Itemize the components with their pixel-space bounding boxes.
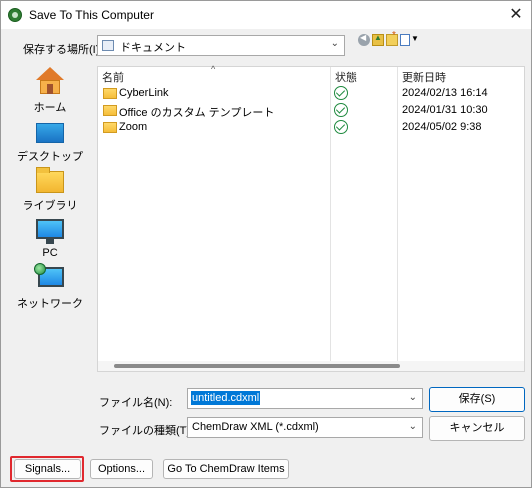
documents-folder-icon: [102, 40, 114, 51]
column-header-name[interactable]: 名前: [102, 69, 124, 85]
filename-label: ファイル名(N):: [99, 397, 173, 409]
file-row[interactable]: CyberLink 2024/02/13 16:14: [98, 85, 524, 102]
save-dialog: Save To This Computer ✕ 保存する場所(I): ドキュメン…: [0, 0, 532, 488]
file-name: CyberLink: [119, 87, 169, 99]
folder-icon: [103, 122, 117, 133]
go-to-chemdraw-items-button[interactable]: Go To ChemDraw Items: [163, 459, 289, 479]
sync-ok-icon: [334, 86, 348, 100]
sort-ascending-icon: ^: [211, 64, 216, 74]
new-folder-icon[interactable]: [386, 30, 398, 46]
save-button[interactable]: 保存(S): [429, 387, 525, 412]
options-button[interactable]: Options...: [90, 459, 153, 479]
filename-input[interactable]: untitled.cdxml ⌄: [187, 388, 423, 409]
up-folder-icon[interactable]: [372, 33, 384, 46]
folder-icon: [103, 88, 117, 99]
chevron-down-icon: ⌄: [408, 421, 417, 432]
column-header-status[interactable]: 状態: [335, 69, 357, 85]
title-bar: Save To This Computer ✕: [1, 1, 531, 29]
place-network[interactable]: ネットワーク: [12, 63, 88, 310]
column-header-date[interactable]: 更新日時: [402, 69, 446, 85]
back-icon[interactable]: [358, 33, 370, 46]
view-menu-dropdown-icon[interactable]: ▼: [411, 34, 419, 46]
file-list[interactable]: ^ 名前 状態 更新日時 CyberLink 2024/02/13 16:14 …: [97, 64, 525, 372]
view-menu-icon[interactable]: [400, 34, 410, 46]
file-name: Office のカスタム テンプレート: [119, 107, 275, 119]
places-bar: ホーム デスクトップ ライブラリ PC ネットワーク: [12, 63, 88, 363]
place-label: ネットワーク: [17, 298, 83, 310]
file-row[interactable]: Office のカスタム テンプレート 2024/01/31 10:30: [98, 102, 524, 119]
sync-ok-icon: [334, 103, 348, 117]
file-name: Zoom: [119, 121, 148, 133]
horizontal-scrollbar[interactable]: [98, 361, 524, 371]
window-title: Save To This Computer: [29, 8, 154, 22]
scrollbar-thumb[interactable]: [114, 364, 400, 368]
file-date: 2024/02/13 16:14: [402, 87, 488, 99]
filetype-label: ファイルの種類(T):: [99, 425, 194, 437]
save-location-label: 保存する場所(I):: [23, 44, 103, 56]
sync-ok-icon: [334, 120, 348, 134]
close-button[interactable]: ✕: [501, 1, 531, 29]
filetype-dropdown[interactable]: ChemDraw XML (*.cdxml) ⌄: [187, 417, 423, 438]
chevron-down-icon[interactable]: ⌄: [409, 392, 417, 403]
folder-icon: [103, 105, 117, 116]
save-location-dropdown[interactable]: ドキュメント ⌄: [97, 35, 345, 56]
chevron-down-icon: ⌄: [330, 38, 339, 49]
file-date: 2024/01/31 10:30: [402, 104, 488, 116]
chemdraw-app-icon: [8, 8, 22, 22]
file-row[interactable]: Zoom 2024/05/02 9:38: [98, 119, 524, 136]
filetype-value: ChemDraw XML (*.cdxml): [192, 421, 319, 433]
save-location-value: ドキュメント: [120, 42, 186, 54]
cancel-button[interactable]: キャンセル: [429, 416, 525, 441]
file-date: 2024/05/02 9:38: [402, 121, 482, 133]
signals-button[interactable]: Signals...: [14, 459, 81, 479]
globe-icon: [34, 263, 46, 275]
filename-value[interactable]: untitled.cdxml: [191, 391, 261, 405]
